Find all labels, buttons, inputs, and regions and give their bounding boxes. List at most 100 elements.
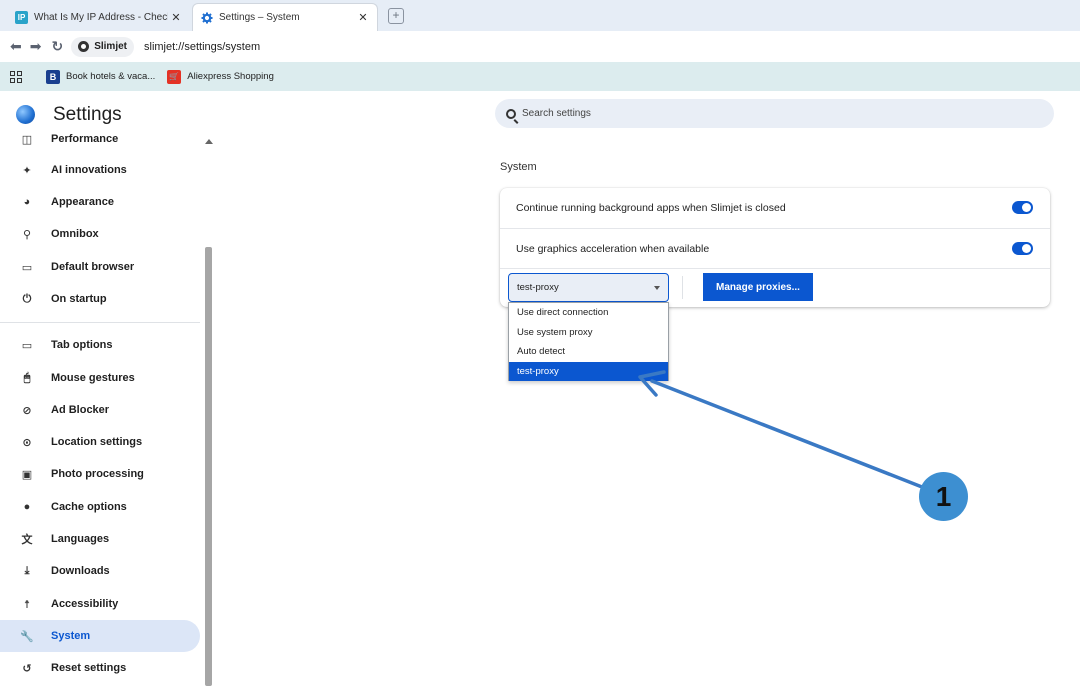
photo-icon: ▣ [21,468,33,481]
proxy-dropdown-list: Use direct connection Use system proxy A… [508,302,669,381]
close-tab-icon[interactable]: ✕ [355,11,371,24]
sidebar-item-downloads[interactable]: ⤓ Downloads [0,555,200,587]
sidebar-item-label: Languages [51,533,110,545]
proxy-option-direct[interactable]: Use direct connection [509,303,668,323]
sidebar-item-ai-innovations[interactable]: ✦ AI innovations [0,154,200,186]
ip-icon: IP [15,10,28,24]
sidebar-item-label: Tab options [51,339,113,351]
wrench-icon: 🔧 [20,630,34,643]
location-pin-icon: ⊙ [22,436,32,449]
sidebar-item-label: Reset settings [51,662,127,674]
search-icon [506,108,516,119]
graphics-acceleration-toggle[interactable] [1012,242,1033,255]
translate-icon: 文 [21,534,33,546]
sidebar-scrollbar[interactable] [204,131,213,686]
sidebar-item-languages[interactable]: 文 Languages [0,523,200,555]
sidebar-item-system[interactable]: 🔧 System [0,620,200,652]
sidebar-item-on-startup[interactable]: ⏻ On startup [0,283,200,315]
url-field[interactable]: slimjet://settings/system [144,41,260,53]
proxy-option-system[interactable]: Use system proxy [509,323,668,343]
tab-strip: IP What Is My IP Address - Check ✕ Setti… [0,0,1080,31]
forward-arrow-icon[interactable]: ➡ [30,38,42,55]
settings-logo-icon [16,105,35,124]
sidebar-item-label: Downloads [51,565,110,577]
sidebar-item-label: System [51,630,91,642]
apps-grid-icon[interactable] [10,70,22,83]
proxy-select[interactable]: test-proxy [508,273,669,302]
bookmark-booking[interactable]: B Book hotels & vaca... [46,69,155,84]
new-tab-button[interactable]: + [388,8,404,24]
close-tab-icon[interactable]: ✕ [168,11,184,24]
browser-window-icon: ▭ [21,261,33,274]
site-chip[interactable]: Slimjet [71,36,134,57]
power-icon: ⏻ [22,292,32,305]
step-number-badge: 1 [919,472,968,521]
sidebar-item-location-settings[interactable]: ⊙ Location settings [0,426,200,458]
sidebar-item-label: Default browser [51,261,135,273]
aliexpress-icon: 🛒 [167,69,182,84]
tab-icon: ▭ [21,339,33,352]
bookmark-label: Aliexpress Shopping [187,71,274,82]
sidebar-item-omnibox[interactable]: ⚲ Omnibox [0,218,200,250]
chrome-logo-icon [78,41,90,52]
sidebar-item-performance[interactable]: ◫ Performance [0,131,200,155]
download-icon: ⤓ [24,564,30,577]
sidebar-item-label: Cache options [51,501,127,513]
proxy-option-test-proxy[interactable]: test-proxy [509,361,668,381]
graphics-acceleration-row[interactable]: Use graphics acceleration when available [500,228,1050,268]
site-chip-label: Slimjet [94,41,127,52]
tab-title: Settings – System [219,12,300,23]
sidebar-item-ad-blocker[interactable]: ⊘ Ad Blocker [0,394,200,426]
mouse-icon: 🖱 [23,371,31,384]
bookmark-aliexpress[interactable]: 🛒 Aliexpress Shopping [167,69,274,84]
background-apps-row[interactable]: Continue running background apps when Sl… [500,188,1050,228]
gear-icon [200,11,213,24]
scroll-up-arrow-icon[interactable] [205,139,213,144]
divider [682,276,683,299]
tab-title: What Is My IP Address - Check [34,11,168,23]
sidebar-divider [0,322,200,323]
search-icon: ⚲ [22,228,32,241]
proxy-selected-value: test-proxy [517,282,559,293]
sidebar-item-label: Accessibility [51,598,119,610]
sidebar-item-cache-options[interactable]: ● Cache options [0,491,200,523]
address-bar: ⬅ ➡ ↻ Slimjet slimjet://settings/system [0,31,1080,62]
sidebar-item-label: Location settings [51,436,143,448]
section-title: System [500,161,537,173]
cookie-icon: ● [23,501,31,513]
scrollbar-thumb[interactable] [205,247,212,686]
sidebar-item-label: AI innovations [51,164,127,176]
sparkle-icon: ✦ [22,164,32,177]
page-title: Settings [53,104,122,125]
speedometer-icon: ◫ [21,133,33,146]
sidebar-item-mouse-gestures[interactable]: 🖱 Mouse gestures [0,362,200,394]
sidebar-item-appearance[interactable]: ◕ Appearance [0,186,200,218]
tab-what-is-my-ip[interactable]: IP What Is My IP Address - Check ✕ [8,3,190,31]
sidebar-item-label: On startup [51,293,107,305]
palette-icon: ◕ [23,196,31,208]
sidebar-item-default-browser[interactable]: ▭ Default browser [0,251,200,283]
search-settings-input[interactable]: Search settings [495,99,1054,128]
sidebar-item-reset-settings[interactable]: ↺ Reset settings [0,652,200,684]
setting-label: Use graphics acceleration when available [516,242,710,255]
background-apps-toggle[interactable] [1012,201,1033,214]
chevron-down-icon [654,286,660,290]
sidebar-item-tab-options[interactable]: ▭ Tab options [0,329,200,361]
tab-settings-system[interactable]: Settings – System ✕ [192,3,378,31]
manage-proxies-button[interactable]: Manage proxies... [703,273,813,301]
sidebar-item-label: Ad Blocker [51,404,110,416]
sidebar-item-label: Photo processing [51,468,144,480]
booking-icon: B [46,69,60,84]
reload-icon[interactable]: ↻ [51,38,63,55]
search-placeholder: Search settings [522,108,591,119]
ad-block-icon: ⊘ [22,404,32,417]
setting-label: Continue running background apps when Sl… [516,202,786,214]
proxy-option-auto-detect[interactable]: Auto detect [509,342,668,362]
sidebar-item-label: Appearance [51,196,114,208]
settings-sidebar: ◫ Performance ✦ AI innovations ◕ Appeara… [0,131,204,686]
sidebar-item-photo-processing[interactable]: ▣ Photo processing [0,458,200,490]
back-arrow-icon[interactable]: ⬅ [10,38,22,55]
bookmarks-bar: B Book hotels & vaca... 🛒 Aliexpress Sho… [0,62,1080,91]
sidebar-item-accessibility[interactable]: ☨ Accessibility [0,588,200,620]
sidebar-item-label: Performance [51,133,119,145]
